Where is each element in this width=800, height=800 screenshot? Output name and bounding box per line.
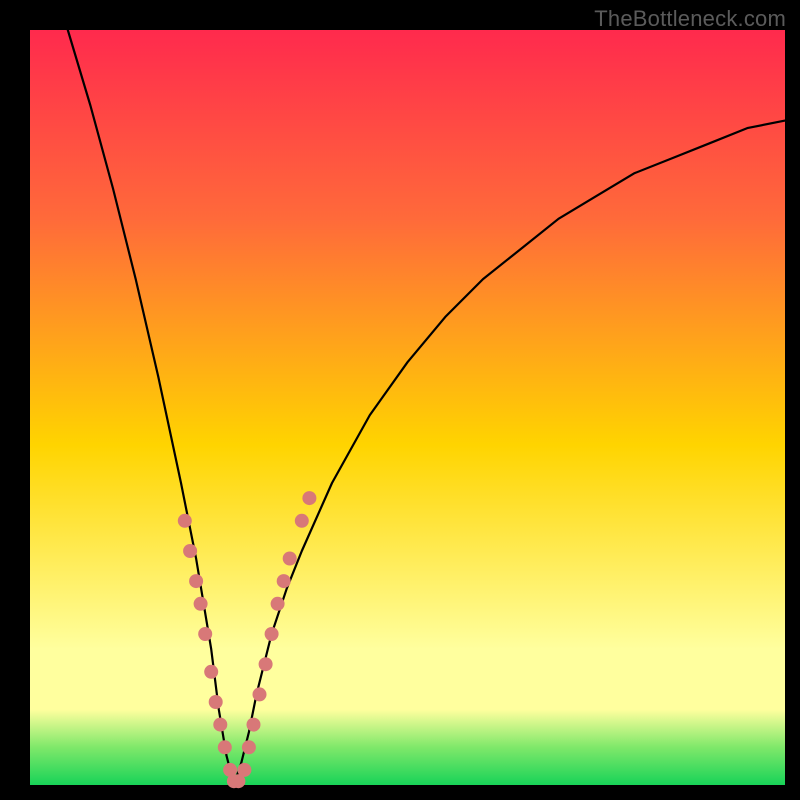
watermark-text: TheBottleneck.com	[594, 6, 786, 32]
data-marker	[253, 687, 267, 701]
chart-svg	[30, 30, 785, 785]
data-marker	[194, 597, 208, 611]
data-marker	[271, 597, 285, 611]
data-marker	[265, 627, 279, 641]
data-marker	[247, 718, 261, 732]
data-marker	[198, 627, 212, 641]
data-marker	[189, 574, 203, 588]
data-marker	[218, 740, 232, 754]
data-marker	[183, 544, 197, 558]
data-marker	[302, 491, 316, 505]
data-marker	[209, 695, 223, 709]
data-marker	[213, 718, 227, 732]
data-marker	[242, 740, 256, 754]
data-marker	[277, 574, 291, 588]
data-marker	[283, 552, 297, 566]
data-marker	[259, 657, 273, 671]
plot-area	[30, 30, 785, 785]
chart-frame: TheBottleneck.com	[0, 0, 800, 800]
data-markers	[178, 491, 317, 788]
bottleneck-curve	[68, 30, 785, 785]
data-marker	[237, 763, 251, 777]
data-marker	[295, 514, 309, 528]
data-marker	[178, 514, 192, 528]
data-marker	[204, 665, 218, 679]
